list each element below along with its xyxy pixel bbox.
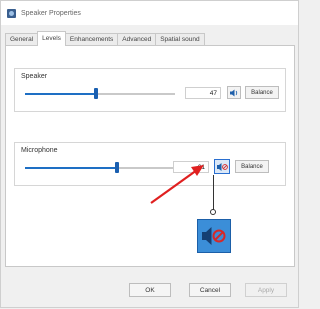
ok-button[interactable]: OK [129,283,171,297]
mute-icon [202,227,226,245]
callout-dot [210,209,216,215]
apply-button[interactable]: Apply [245,283,287,297]
mute-callout-zoom [197,219,231,253]
callout-line [213,175,214,211]
cancel-button[interactable]: Cancel [189,283,231,297]
speaker-properties-window: Speaker Properties General Levels Enhanc… [0,0,299,308]
tab-levels[interactable]: Levels [37,31,66,46]
dialog-footer: OK Cancel Apply [1,275,298,309]
annotation-arrow [150,165,204,204]
